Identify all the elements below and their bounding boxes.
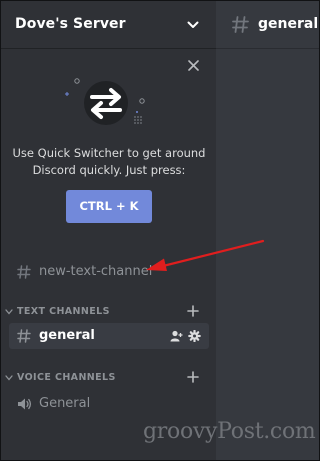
- speaker-icon: [18, 398, 32, 410]
- watermark: groovyPost.com: [143, 419, 316, 444]
- chevron-down-icon: [187, 21, 199, 28]
- app-window: Dove's Server Use Quick Switcher to get …: [0, 0, 320, 461]
- quick-switcher-hint-line2: Discord quickly. Just press:: [32, 163, 186, 177]
- server-name: Dove's Server: [15, 16, 126, 32]
- category-text-channels[interactable]: TEXT CHANNELS: [5, 305, 211, 319]
- caret-down-icon: [5, 375, 13, 381]
- quick-switcher-button[interactable]: CTRL + K: [66, 190, 152, 223]
- text-channel-hash-icon: [17, 265, 31, 279]
- channel-item-voice-general[interactable]: General: [9, 391, 209, 417]
- add-channel-icon[interactable]: [187, 305, 199, 317]
- quick-switcher-illustration: [65, 78, 145, 125]
- category-voice-channels[interactable]: VOICE CHANNELS: [5, 371, 211, 385]
- annotation-arrow-icon: [146, 239, 265, 271]
- channel-item-general[interactable]: general: [9, 323, 209, 349]
- invite-people-icon[interactable]: [170, 330, 183, 342]
- channel-hash-icon: [232, 16, 249, 33]
- category-label: VOICE CHANNELS: [17, 372, 116, 383]
- close-icon[interactable]: [188, 60, 199, 71]
- add-channel-icon[interactable]: [187, 371, 199, 383]
- settings-gear-icon[interactable]: [188, 330, 201, 342]
- text-channel-hash-icon: [17, 329, 31, 343]
- caret-down-icon: [5, 309, 13, 315]
- server-header[interactable]: Dove's Server: [1, 1, 216, 49]
- channel-header: general: [216, 1, 319, 49]
- channel-name: General: [39, 396, 91, 411]
- quick-switcher-hint-line1: Use Quick Switcher to get around: [12, 146, 206, 160]
- channel-sidebar: Dove's Server Use Quick Switcher to get …: [1, 1, 216, 460]
- category-label: TEXT CHANNELS: [17, 306, 110, 317]
- channel-name: new-text-channel: [39, 264, 153, 279]
- channel-title: general: [258, 16, 319, 32]
- channel-main-area: general: [216, 1, 319, 460]
- channel-name: general: [39, 328, 95, 343]
- quick-switcher-hint: Use Quick Switcher to get around Discord…: [9, 145, 209, 179]
